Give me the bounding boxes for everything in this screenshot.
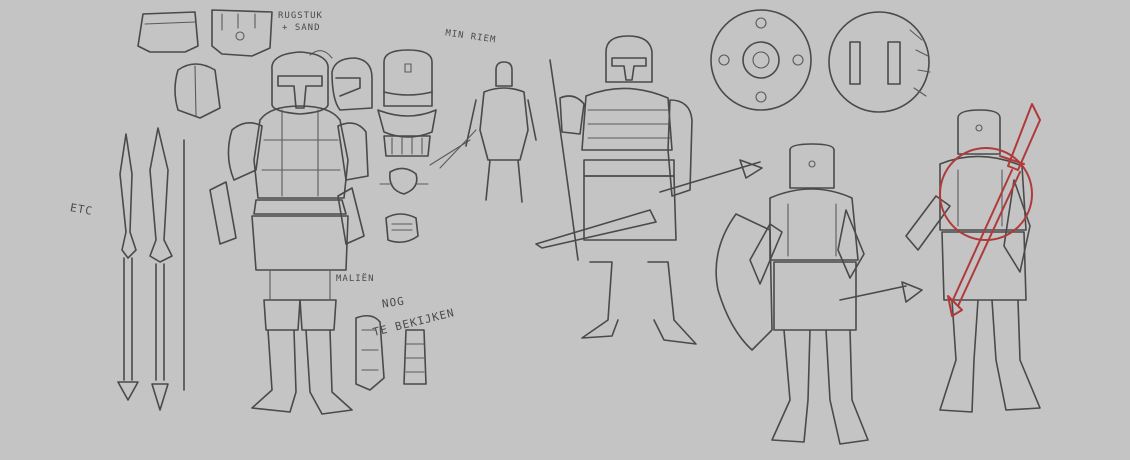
sketch-drawing [117,9,1041,445]
knight-back-shield-sketch [715,143,923,445]
spear-1-sketch [117,133,139,401]
vambrace-piece-sketch [379,167,429,195]
pointer-line-sketch [429,139,471,166]
round-shield-front-sketch [710,9,812,111]
knight-back-sketch [905,109,1041,413]
sketch-sheet: RUGSTUK + SAND MIN RIEM ETC MALIËN NOG T… [0,0,1130,460]
helmet-front-sketch [271,51,329,115]
gorget-sketch [377,109,437,157]
knight-sword-sketch [535,35,763,345]
helmet-back-sketch [383,49,433,107]
small-figure-sketch [439,61,537,203]
pauldron-sketch [174,63,221,119]
back-plate-sketch [137,9,273,57]
greave-piece-sketch [355,314,385,391]
gauntlet-fist-sketch [385,213,419,244]
spear-2-sketch [149,127,173,411]
bracer-piece-sketch [403,329,427,385]
knight-front-sketch [209,105,369,415]
helmet-side-sketch [331,57,373,111]
round-shield-back-sketch [828,11,931,113]
